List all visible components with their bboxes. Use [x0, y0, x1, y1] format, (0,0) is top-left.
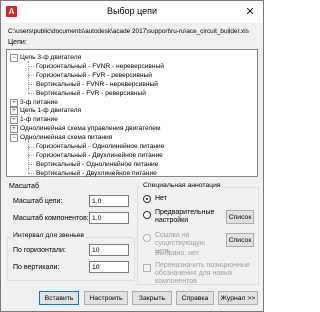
selected-text: Выбрано: нет	[155, 250, 199, 257]
help-button[interactable]: Справка	[176, 291, 214, 305]
close-icon[interactable]: ✕	[243, 5, 257, 19]
tree-leaf[interactable]: Вертикальный - Двухлинейное питание	[36, 169, 157, 178]
tree-connector	[28, 141, 29, 174]
reassign-checkbox[interactable]	[143, 264, 151, 272]
journal-button[interactable]: Журнал >>	[218, 291, 258, 305]
tree-node[interactable]: Цепь 1-ф двигателя	[20, 106, 81, 115]
expand-icon[interactable]: +	[10, 107, 18, 116]
circuit-scale-input[interactable]: 1.0	[89, 195, 129, 207]
tree-connector	[28, 173, 34, 175]
circuit-selection-dialog: A Выбор цепи ✕ C:\users\public\documents…	[0, 0, 264, 312]
circuit-scale-label: Масштаб цепи:	[13, 198, 63, 205]
horizontal-spacing-input[interactable]: 10	[89, 244, 129, 256]
tree-node[interactable]: Цепь 3-ф двигателя	[20, 53, 81, 62]
existing-list-button[interactable]: Список	[226, 233, 254, 247]
existing-circuit-radio[interactable]	[143, 234, 151, 242]
collapse-icon[interactable]: −	[10, 134, 18, 143]
vertical-spacing-label: По вертикали:	[13, 264, 60, 271]
preset-radio-label: Предварительные настройки	[155, 209, 215, 224]
circuits-label: Цепи:	[8, 39, 27, 46]
spreadsheet-path: C:\users\public\documents\autodesk\acade…	[8, 28, 249, 35]
tree-connector	[28, 61, 29, 94]
components-scale-input[interactable]: 1.0	[89, 212, 129, 224]
title-bar[interactable]: A Выбор цепи ✕	[1, 1, 263, 23]
collapse-icon[interactable]: −	[10, 54, 18, 62]
insert-button[interactable]: Вставить	[39, 291, 79, 305]
dialog-title: Выбор цепи	[106, 6, 158, 16]
none-radio[interactable]	[143, 195, 151, 203]
none-radio-label: Нет	[155, 195, 167, 202]
tree-node[interactable]: Однолинейная схема управления двигателем	[20, 124, 161, 133]
close-button[interactable]: Закрыть	[132, 291, 172, 305]
vertical-spacing-input[interactable]: 10	[89, 261, 129, 273]
tree-leaf[interactable]: Горизонтальный - Двухлинейное питание	[36, 151, 163, 160]
reassign-checkbox-label: Переназначить позиционные обозначения дл…	[155, 262, 250, 285]
circuit-tree[interactable]: Цепь 3-ф двигателя − Горизонтальный - FVNR…	[6, 49, 258, 177]
tree-leaf[interactable]: Горизонтальный - FVNR - нереверсивный	[36, 62, 164, 71]
preset-radio[interactable]	[143, 211, 151, 219]
tree-connector	[28, 93, 34, 95]
tree-leaf[interactable]: Вертикальный - FVNR - нереверсивный	[36, 80, 158, 89]
preset-list-button[interactable]: Список	[226, 210, 254, 224]
annotation-group-title: Специальная аннотация	[141, 182, 223, 189]
tree-leaf[interactable]: Горизонтальный - Однолинейное питание	[36, 142, 164, 151]
horizontal-spacing-label: По горизонтали:	[13, 247, 66, 254]
expand-icon[interactable]: +	[10, 125, 18, 134]
scale-group-title: Масштаб	[9, 183, 39, 190]
tree-leaf[interactable]: Горизонтальный - FVR - реверсивный	[36, 71, 152, 80]
tree-node[interactable]: 1-ф питание	[20, 115, 58, 124]
tree-leaf[interactable]: Вертикальный - FVR - реверсивный	[36, 89, 146, 98]
tree-node[interactable]: Однолинейная схема питания	[20, 133, 112, 142]
spacing-group-title: Интервал для звеньев	[11, 232, 87, 239]
expand-icon[interactable]: +	[10, 98, 18, 107]
tree-node[interactable]: 3-ф питание	[20, 98, 58, 107]
expand-icon[interactable]: +	[10, 116, 18, 125]
components-scale-label: Масштаб компонентов:	[13, 215, 89, 222]
tree-leaf[interactable]: Вертикальный - Однолинейное питание	[36, 160, 158, 169]
configure-button[interactable]: Настроить	[84, 291, 128, 305]
